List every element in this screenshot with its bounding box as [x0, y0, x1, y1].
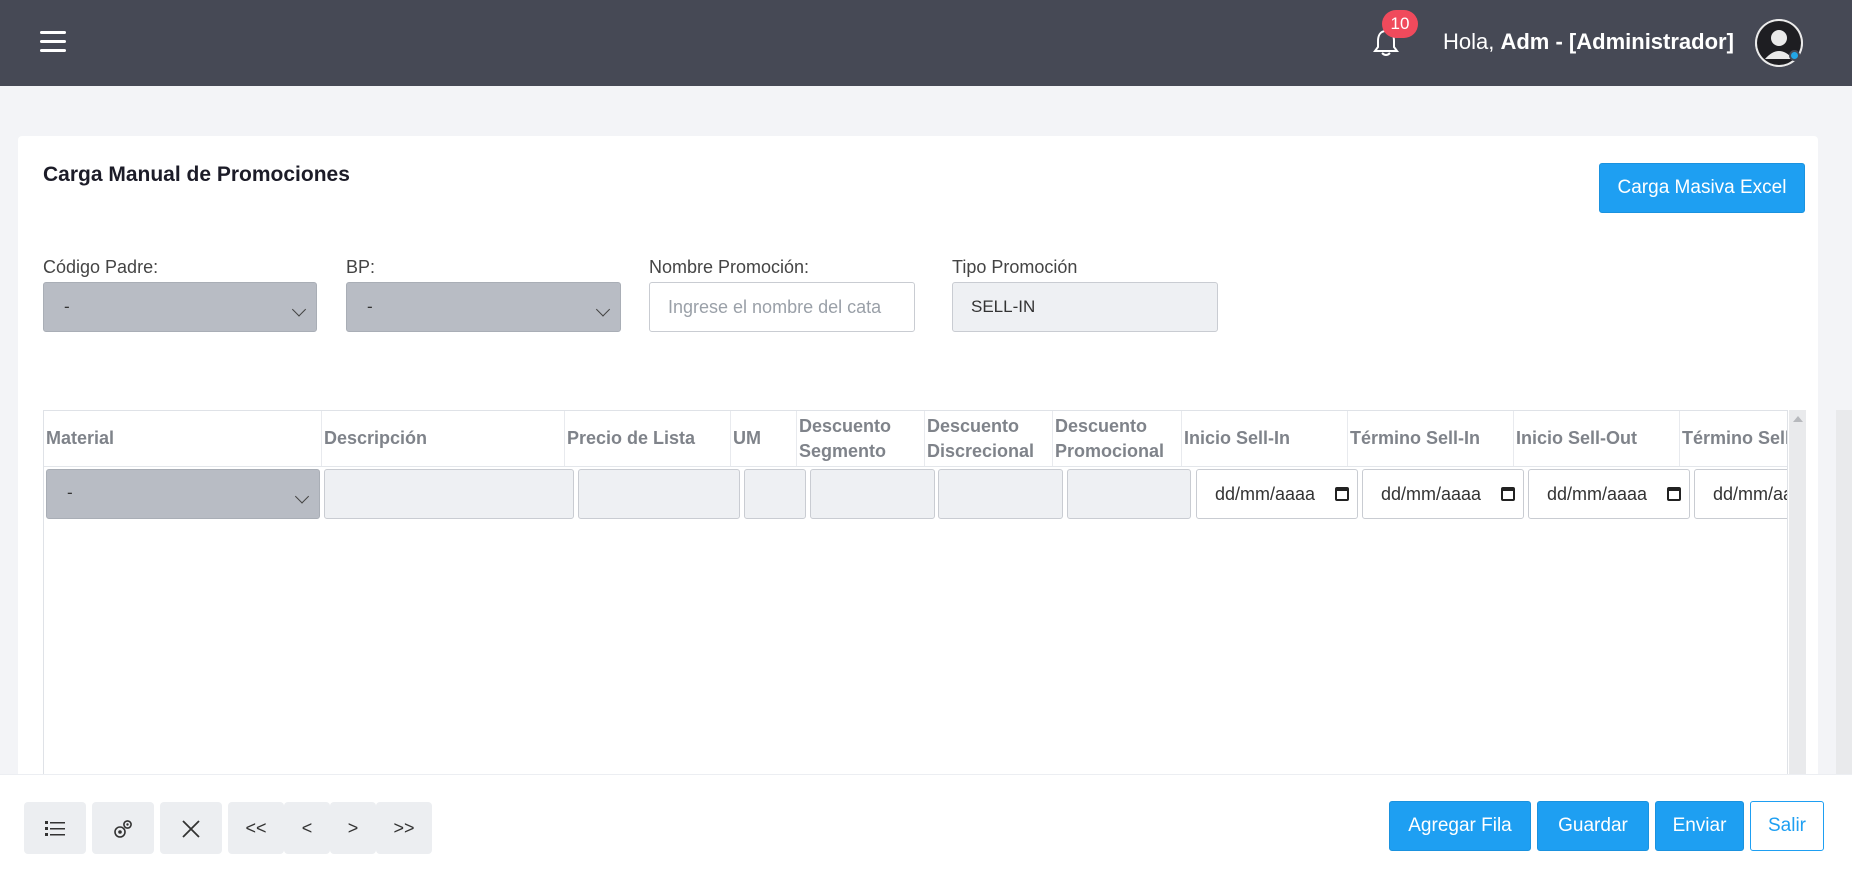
column-header-termino-sell-out: Término Sell-Out — [1680, 411, 1787, 466]
online-status-dot — [1789, 50, 1800, 61]
add-row-button[interactable]: Agregar Fila — [1389, 801, 1531, 851]
close-icon — [182, 820, 200, 838]
notification-count-badge[interactable]: 10 — [1382, 10, 1418, 38]
column-header-precio-lista: Precio de Lista — [565, 411, 731, 466]
descuento-promocional-cell — [1067, 469, 1191, 519]
nombre-promocion-label: Nombre Promoción: — [649, 257, 810, 277]
hamburger-menu-icon[interactable] — [40, 31, 66, 53]
bp-value: - — [367, 297, 373, 316]
inicio-sell-in-date-input[interactable]: dd/mm/aaaa — [1196, 469, 1358, 519]
descuento-segmento-cell — [810, 469, 935, 519]
tipo-promocion-field: SELL-IN — [952, 282, 1218, 332]
settings-button[interactable] — [92, 802, 154, 854]
page-title: Carga Manual de Promociones — [43, 163, 350, 186]
promotions-table: Material Descripción Precio de Lista UM … — [43, 410, 1788, 780]
column-header-termino-sell-in: Término Sell-In — [1348, 411, 1514, 466]
user-greeting: Hola, Adm - [Administrador] — [1443, 29, 1734, 55]
column-header-inicio-sell-in: Inicio Sell-In — [1182, 411, 1348, 466]
um-cell — [744, 469, 806, 519]
clear-button[interactable] — [160, 802, 222, 854]
inicio-sell-out-date-input[interactable]: dd/mm/aaaa — [1528, 469, 1690, 519]
date-placeholder: dd/mm/aaaa — [1547, 484, 1648, 504]
column-header-descuento-promocional: Descuento Promocional — [1053, 411, 1182, 466]
first-page-button[interactable]: << — [228, 802, 284, 854]
previous-page-button[interactable]: < — [284, 802, 330, 854]
chevron-down-icon — [291, 302, 307, 317]
material-select[interactable]: - — [46, 469, 320, 519]
date-placeholder: dd/mm/aaaa — [1713, 484, 1787, 504]
column-header-descuento-segmento: Descuento Segmento — [797, 411, 925, 466]
last-page-button[interactable]: >> — [376, 802, 432, 854]
codigo-padre-label: Código Padre: — [43, 257, 159, 277]
codigo-padre-value: - — [64, 297, 70, 316]
calendar-icon[interactable] — [1501, 487, 1515, 501]
calendar-icon[interactable] — [1667, 487, 1681, 501]
descripcion-cell — [324, 469, 574, 519]
codigo-padre-select[interactable]: - — [43, 282, 317, 332]
calendar-icon[interactable] — [1335, 487, 1349, 501]
date-placeholder: dd/mm/aaaa — [1381, 484, 1482, 504]
bp-label: BP: — [346, 257, 376, 277]
user-name: Adm - [Administrador] — [1500, 29, 1734, 54]
table-header-divider — [44, 466, 1787, 467]
chevron-down-icon — [294, 489, 310, 504]
column-header-descripcion: Descripción — [322, 411, 565, 466]
bp-select[interactable]: - — [346, 282, 621, 332]
gears-icon — [114, 820, 132, 839]
tipo-promocion-label: Tipo Promoción — [952, 257, 1078, 277]
scroll-up-arrow-icon[interactable] — [1793, 416, 1803, 422]
next-page-button[interactable]: > — [330, 802, 376, 854]
column-header-descuento-discrecional: Descuento Discrecional — [925, 411, 1053, 466]
termino-sell-out-date-input[interactable]: dd/mm/aaaa — [1694, 469, 1787, 519]
table-vertical-scrollbar[interactable] — [1789, 410, 1806, 780]
greeting-prefix: Hola, — [1443, 29, 1495, 54]
save-button[interactable]: Guardar — [1537, 801, 1649, 851]
termino-sell-in-date-input[interactable]: dd/mm/aaaa — [1362, 469, 1524, 519]
exit-button[interactable]: Salir — [1750, 801, 1824, 851]
column-header-inicio-sell-out: Inicio Sell-Out — [1514, 411, 1680, 466]
chevron-down-icon — [595, 302, 611, 317]
list-icon — [45, 821, 65, 837]
descuento-discrecional-cell — [938, 469, 1063, 519]
date-placeholder: dd/mm/aaaa — [1215, 484, 1316, 504]
bulk-excel-upload-button[interactable]: Carga Masiva Excel — [1599, 163, 1805, 213]
material-value: - — [67, 483, 73, 502]
nombre-promocion-input[interactable] — [649, 282, 915, 332]
column-header-material: Material — [44, 411, 322, 466]
send-button[interactable]: Enviar — [1655, 801, 1744, 851]
precio-lista-cell — [578, 469, 740, 519]
page-vertical-scrollbar[interactable] — [1836, 410, 1852, 782]
list-view-button[interactable] — [24, 802, 86, 854]
column-header-um: UM — [731, 411, 797, 466]
